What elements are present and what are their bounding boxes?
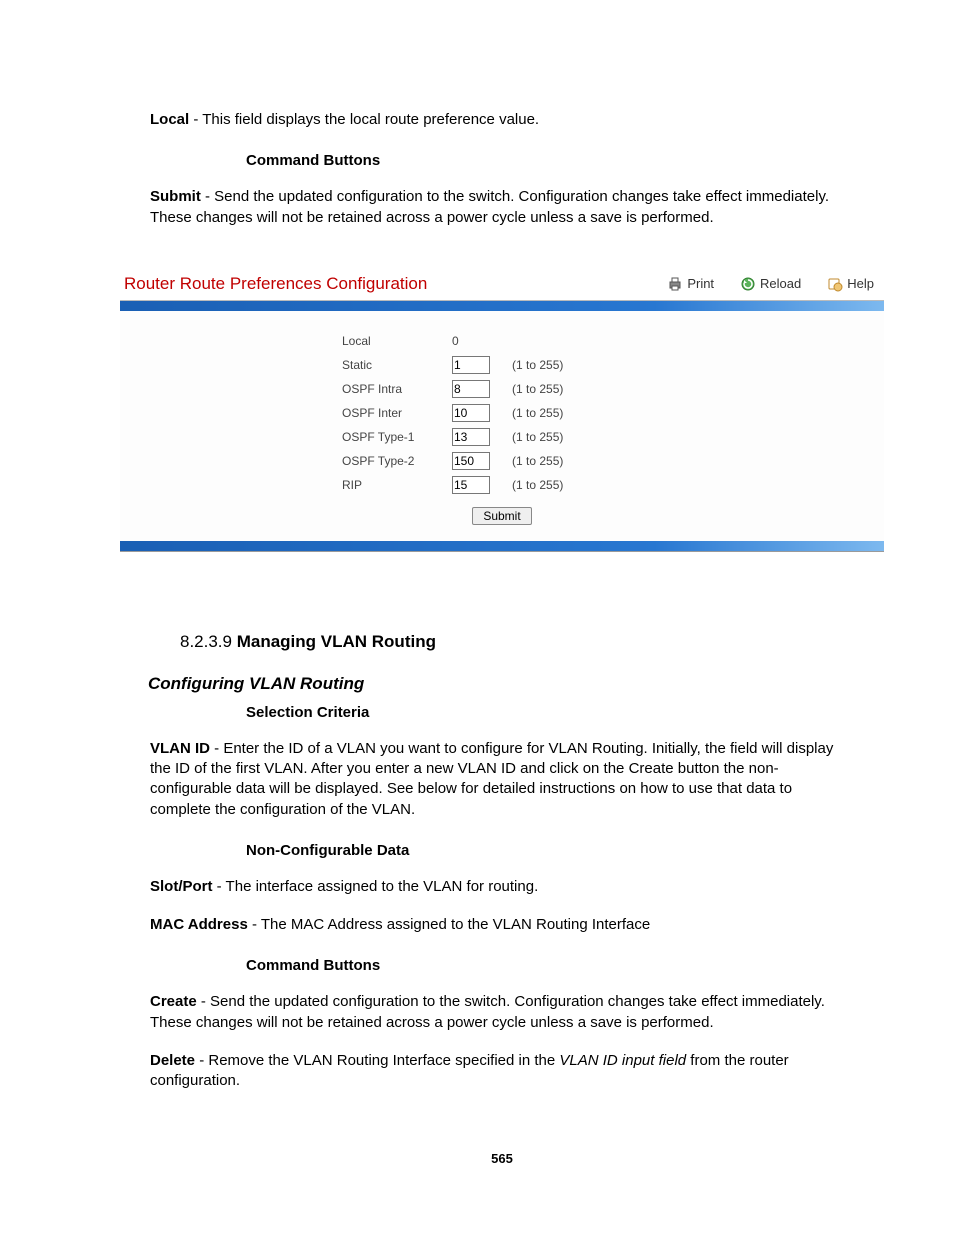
row-local: Local 0 (302, 329, 702, 353)
label-ospf-type2: OSPF Type-2 (302, 454, 452, 468)
range-ospf-inter: (1 to 255) (512, 406, 563, 420)
local-field-para: Local - This field displays the local ro… (150, 110, 854, 130)
range-static: (1 to 255) (512, 358, 563, 372)
input-ospf-intra[interactable] (452, 380, 490, 398)
submit-label: Submit (150, 188, 201, 205)
page-number: 565 (150, 1151, 854, 1166)
help-icon (827, 276, 843, 292)
print-label: Print (687, 276, 714, 291)
mac-address-label: MAC Address (150, 916, 248, 933)
mac-address-para: MAC Address - The MAC Address assigned t… (150, 915, 854, 935)
input-ospf-type1[interactable] (452, 428, 490, 446)
vlan-id-label: VLAN ID (150, 740, 210, 757)
delete-para: Delete - Remove the VLAN Routing Interfa… (150, 1051, 854, 1092)
section-number: 8.2.3.9 (180, 632, 237, 651)
panel-toolbar: Print Reload Help (667, 276, 874, 292)
create-label: Create (150, 993, 197, 1010)
cmd-buttons-heading-2: Command Buttons (246, 957, 854, 974)
cmd-buttons-heading-1: Command Buttons (246, 152, 854, 169)
slot-port-desc: - The interface assigned to the VLAN for… (213, 878, 539, 895)
panel-top-bar (120, 301, 884, 311)
input-static[interactable] (452, 356, 490, 374)
help-label: Help (847, 276, 874, 291)
local-label: Local (150, 111, 189, 128)
print-icon (667, 276, 683, 292)
reload-button[interactable]: Reload (740, 276, 801, 292)
help-button[interactable]: Help (827, 276, 874, 292)
create-para: Create - Send the updated configuration … (150, 992, 854, 1033)
form-area: Local 0 Static (1 to 255) OSPF Intra (1 … (120, 311, 884, 541)
panel-header: Router Route Preferences Configuration P… (120, 268, 884, 301)
label-local: Local (302, 334, 452, 348)
row-rip: RIP (1 to 255) (302, 473, 702, 497)
label-ospf-inter: OSPF Inter (302, 406, 452, 420)
ncd-heading: Non-Configurable Data (246, 842, 854, 859)
mac-address-desc: - The MAC Address assigned to the VLAN R… (248, 916, 650, 933)
range-ospf-type1: (1 to 255) (512, 430, 563, 444)
configuring-heading: Configuring VLAN Routing (148, 674, 854, 694)
delete-label: Delete (150, 1052, 195, 1069)
row-ospf-inter: OSPF Inter (1 to 255) (302, 401, 702, 425)
row-ospf-type2: OSPF Type-2 (1 to 255) (302, 449, 702, 473)
panel-bottom-bar (120, 541, 884, 551)
section-title: Managing VLAN Routing (237, 632, 436, 651)
label-static: Static (302, 358, 452, 372)
reload-label: Reload (760, 276, 801, 291)
delete-ital: VLAN ID input field (559, 1052, 686, 1069)
row-ospf-type1: OSPF Type-1 (1 to 255) (302, 425, 702, 449)
label-rip: RIP (302, 478, 452, 492)
create-desc: - Send the updated configuration to the … (150, 993, 825, 1030)
input-ospf-inter[interactable] (452, 404, 490, 422)
value-local: 0 (452, 334, 512, 348)
range-ospf-type2: (1 to 255) (512, 454, 563, 468)
submit-button[interactable]: Submit (472, 507, 531, 525)
input-rip[interactable] (452, 476, 490, 494)
local-desc: - This field displays the local route pr… (189, 111, 539, 128)
label-ospf-type1: OSPF Type-1 (302, 430, 452, 444)
slot-port-para: Slot/Port - The interface assigned to th… (150, 877, 854, 897)
preferences-panel: Router Route Preferences Configuration P… (120, 268, 884, 552)
input-ospf-type2[interactable] (452, 452, 490, 470)
selection-criteria-heading: Selection Criteria (246, 704, 854, 721)
submit-desc: - Send the updated configuration to the … (150, 188, 829, 225)
delete-pre: - Remove the VLAN Routing Interface spec… (195, 1052, 559, 1069)
panel-title: Router Route Preferences Configuration (124, 274, 667, 294)
reload-icon (740, 276, 756, 292)
range-ospf-intra: (1 to 255) (512, 382, 563, 396)
vlan-id-desc: - Enter the ID of a VLAN you want to con… (150, 740, 833, 818)
print-button[interactable]: Print (667, 276, 714, 292)
vlan-id-para: VLAN ID - Enter the ID of a VLAN you wan… (150, 739, 854, 820)
slot-port-label: Slot/Port (150, 878, 213, 895)
section-heading: 8.2.3.9 Managing VLAN Routing (180, 632, 854, 652)
submit-para: Submit - Send the updated configuration … (150, 187, 854, 228)
row-static: Static (1 to 255) (302, 353, 702, 377)
row-ospf-intra: OSPF Intra (1 to 255) (302, 377, 702, 401)
label-ospf-intra: OSPF Intra (302, 382, 452, 396)
range-rip: (1 to 255) (512, 478, 563, 492)
